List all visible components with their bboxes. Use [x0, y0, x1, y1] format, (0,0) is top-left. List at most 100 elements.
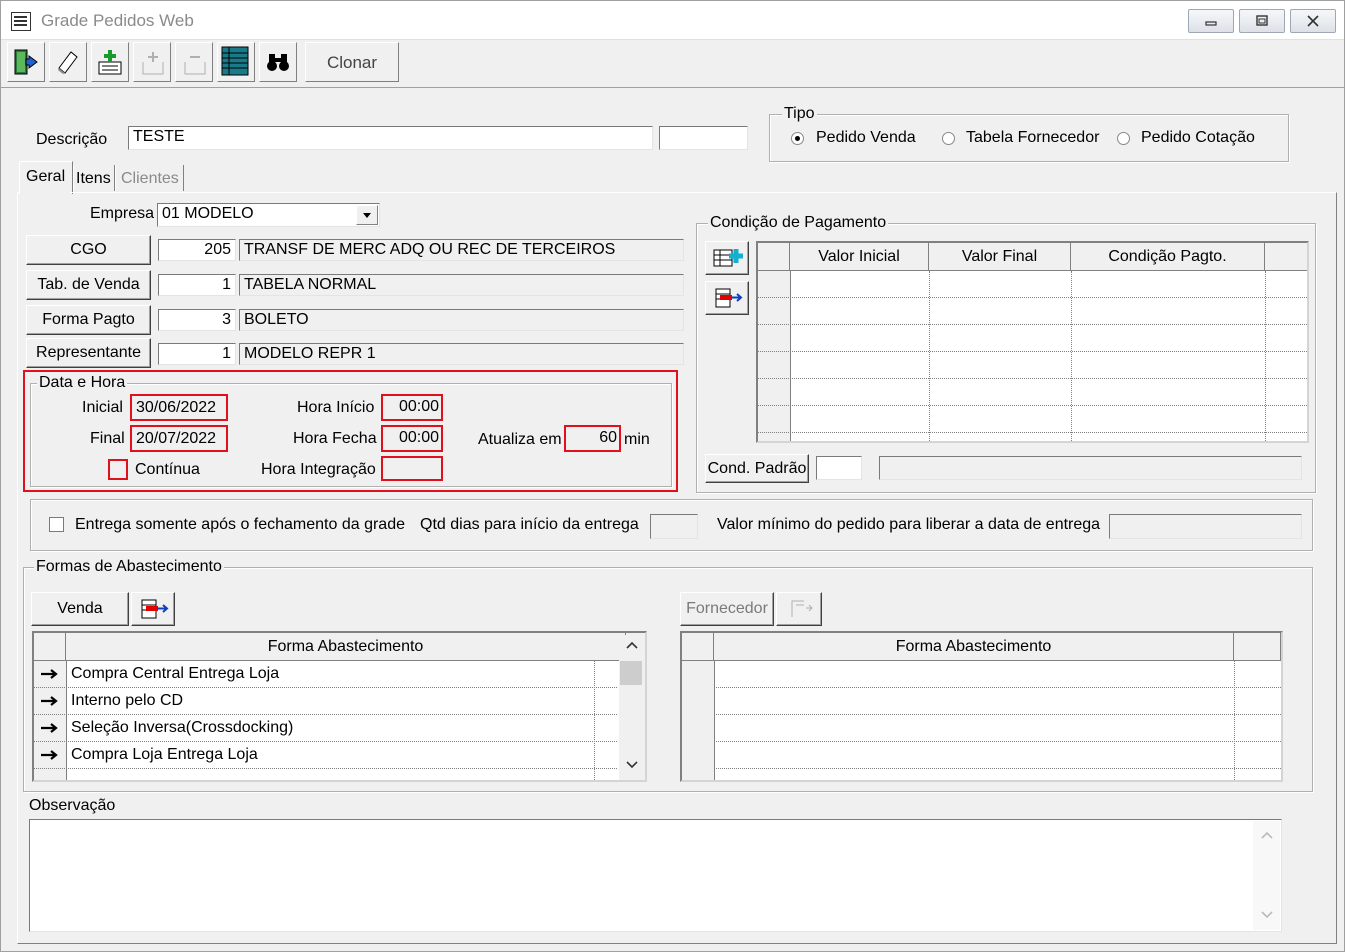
condicao-grid-filler-header: [1265, 243, 1307, 271]
list-item: Compra Central Entrega Loja: [71, 665, 280, 682]
representante-button[interactable]: Representante: [26, 338, 151, 368]
qtd-dias-input[interactable]: [650, 514, 698, 539]
radio-pedido-cotacao[interactable]: [1117, 132, 1130, 145]
cond-padrao-description: [879, 456, 1302, 480]
valor-minimo-input[interactable]: [1109, 514, 1302, 539]
final-input[interactable]: 20/07/2022: [136, 430, 216, 448]
table-row[interactable]: [758, 325, 1307, 352]
observacao-textarea[interactable]: [29, 819, 1282, 932]
radio-tabela-fornecedor[interactable]: [942, 132, 955, 145]
app-grid-icon: [11, 12, 31, 31]
minimize-button[interactable]: [1188, 9, 1234, 33]
restore-icon: [1256, 15, 1268, 26]
entrega-checkbox-label[interactable]: Entrega somente após o fechamento da gra…: [75, 516, 405, 534]
column-condicao-pagto[interactable]: Condição Pagto.: [1071, 243, 1265, 271]
list-item: Seleção Inversa(Crossdocking): [71, 719, 294, 736]
representante-code-input[interactable]: 1: [158, 343, 236, 365]
table-row[interactable]: [758, 352, 1307, 379]
table-row[interactable]: Seleção Inversa(Crossdocking): [34, 715, 617, 742]
cgo-button[interactable]: CGO: [26, 235, 151, 265]
table-row[interactable]: Compra Central Entrega Loja: [34, 661, 617, 688]
title-bar[interactable]: Grade Pedidos Web: [1, 1, 1344, 40]
table-row[interactable]: [758, 379, 1307, 406]
forma-pagto-code-input[interactable]: 3: [158, 309, 236, 331]
tab-itens[interactable]: Itens: [73, 165, 115, 191]
continua-label[interactable]: Contínua: [135, 461, 200, 479]
cgo-code-input[interactable]: 205: [158, 239, 236, 261]
column-valor-final[interactable]: Valor Final: [929, 243, 1071, 271]
clonar-button[interactable]: Clonar: [305, 42, 399, 82]
continua-checkbox[interactable]: [111, 462, 126, 477]
descricao-input[interactable]: TESTE: [128, 126, 653, 150]
close-icon: [1307, 15, 1319, 27]
delete-row-icon: [141, 599, 169, 619]
observacao-scrollbar[interactable]: [1253, 821, 1280, 930]
close-button[interactable]: [1290, 9, 1336, 33]
scroll-up-icon[interactable]: [1259, 829, 1275, 841]
abastecimento-remove-button[interactable]: [131, 592, 175, 626]
search-button[interactable]: [259, 42, 297, 82]
scroll-up-icon[interactable]: [624, 639, 640, 651]
grid-view-button[interactable]: [217, 42, 255, 82]
fornecedor-grid-filler-header: [1234, 633, 1281, 661]
row-pointer-icon: [41, 669, 58, 679]
representante-description: MODELO REPR 1: [239, 343, 684, 365]
hora-integracao-label: Hora Integração: [261, 461, 376, 478]
radio-pedido-cotacao-label[interactable]: Pedido Cotação: [1141, 129, 1255, 147]
atualiza-label: Atualiza em: [478, 431, 562, 448]
descricao-extra-input[interactable]: [659, 126, 748, 150]
column-forma-abastecimento[interactable]: Forma Abastecimento: [66, 633, 626, 661]
scroll-thumb[interactable]: [620, 661, 642, 685]
atualiza-input[interactable]: 60: [569, 429, 617, 447]
condicao-remove-button[interactable]: [705, 281, 749, 315]
cond-padrao-button[interactable]: Cond. Padrão: [705, 454, 809, 483]
tab-venda-code-input[interactable]: 1: [158, 274, 236, 296]
table-row[interactable]: [714, 661, 1281, 688]
table-row[interactable]: [758, 406, 1307, 433]
table-row[interactable]: Interno pelo CD: [34, 688, 617, 715]
cond-padrao-code-input[interactable]: [816, 456, 862, 480]
tab-geral[interactable]: Geral: [19, 161, 73, 194]
scroll-down-icon[interactable]: [624, 759, 640, 771]
abastecimento-title: Formas de Abastecimento: [34, 558, 224, 576]
forma-pagto-button[interactable]: Forma Pagto: [26, 305, 151, 335]
maximize-button[interactable]: [1239, 9, 1285, 33]
tab-clientes[interactable]: Clientes: [115, 165, 184, 191]
abastecimento-venda-grid[interactable]: Forma Abastecimento Compra Central Entre…: [32, 631, 647, 782]
table-row[interactable]: [714, 742, 1281, 769]
hora-fecha-input[interactable]: 00:00: [399, 429, 439, 447]
fornecedor-remove-button[interactable]: [776, 592, 822, 626]
condicao-add-button[interactable]: [705, 241, 749, 275]
table-row[interactable]: [758, 298, 1307, 325]
hora-inicio-input[interactable]: 00:00: [399, 398, 439, 416]
inicial-input[interactable]: 30/06/2022: [136, 399, 216, 417]
tab-itens-label: Itens: [76, 170, 111, 187]
radio-tabela-fornecedor-label[interactable]: Tabela Fornecedor: [966, 129, 1099, 147]
radio-pedido-venda[interactable]: [791, 132, 804, 145]
radio-pedido-venda-label[interactable]: Pedido Venda: [816, 129, 916, 147]
tab-venda-button[interactable]: Tab. de Venda: [26, 270, 151, 300]
table-row[interactable]: Compra Loja Entrega Loja: [34, 742, 617, 769]
venda-grid-scrollbar[interactable]: [619, 635, 645, 780]
abastecimento-fornecedor-grid[interactable]: Forma Abastecimento: [680, 631, 1283, 782]
table-row[interactable]: [714, 688, 1281, 715]
add-disabled-button[interactable]: [133, 42, 171, 82]
condicao-grid[interactable]: Valor Inicial Valor Final Condição Pagto…: [756, 241, 1309, 443]
exit-button[interactable]: [7, 42, 45, 82]
add-record-button[interactable]: [91, 42, 129, 82]
clear-button[interactable]: [49, 42, 87, 82]
fornecedor-button[interactable]: Fornecedor: [680, 592, 774, 626]
empresa-value: 01 MODELO: [162, 205, 254, 222]
empresa-dropdown-button[interactable]: [356, 205, 378, 225]
scroll-down-icon[interactable]: [1259, 909, 1275, 921]
empresa-select[interactable]: 01 MODELO: [157, 203, 380, 227]
add-record-icon: [98, 50, 122, 75]
grid-icon: [221, 46, 249, 76]
column-forma-abastecimento-fornecedor[interactable]: Forma Abastecimento: [714, 633, 1234, 661]
column-valor-inicial[interactable]: Valor Inicial: [790, 243, 929, 271]
venda-button[interactable]: Venda: [31, 592, 129, 626]
remove-disabled-button[interactable]: [175, 42, 213, 82]
entrega-checkbox[interactable]: [49, 517, 64, 532]
table-row[interactable]: [714, 715, 1281, 742]
table-row[interactable]: [758, 271, 1307, 298]
